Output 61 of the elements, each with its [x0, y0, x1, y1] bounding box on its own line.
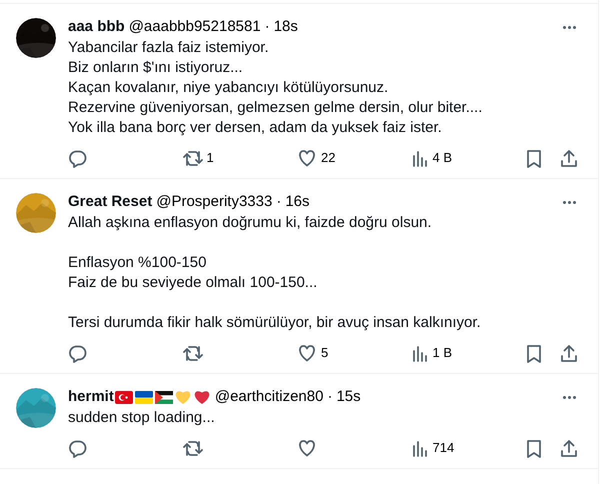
reply-icon: [68, 148, 87, 168]
post-text: Yabancilar fazla faiz istemiyor.: [68, 38, 270, 58]
flag-icon: [114, 390, 133, 404]
like-button[interactable]: 5: [297, 343, 328, 363]
views-button[interactable]: 714: [412, 438, 454, 458]
separator-dot: ·: [326, 387, 334, 407]
display-name[interactable]: hermit: [68, 387, 114, 407]
reply-button[interactable]: [68, 438, 87, 458]
share-icon: [560, 438, 578, 458]
share-button[interactable]: [560, 344, 578, 362]
post-text: Biz onların $'ını istiyoruz...: [68, 58, 244, 78]
display-name[interactable]: Great Reset: [68, 192, 152, 212]
like-button[interactable]: [297, 439, 317, 457]
share-icon: [560, 148, 578, 168]
bookmark-button[interactable]: [526, 344, 542, 362]
share-icon: [560, 344, 578, 362]
post-time[interactable]: 15s: [336, 387, 361, 407]
post-text: Rezervine güveniyorsan, gelmezsen gelme dersin, olur biter....: [68, 98, 484, 118]
user-handle[interactable]: @Prosperity3333: [156, 192, 272, 212]
views-button[interactable]: 1 B: [412, 343, 452, 363]
retweet-button[interactable]: 1: [182, 148, 214, 168]
post-text: Faiz de bu seviyede olmalı 100-150...: [68, 273, 318, 293]
heart-icon: [297, 439, 317, 457]
post-text: Tersi durumda fikir halk sömürülüyor, bir avuç insan kalkınıyor.: [68, 313, 482, 333]
separator-dot: ·: [264, 17, 271, 37]
separator-dot: ·: [275, 192, 282, 212]
reply-button[interactable]: [68, 148, 87, 168]
user-handle[interactable]: @earthcitizen80: [214, 387, 324, 407]
bookmark-icon: [526, 148, 542, 168]
bookmark-button[interactable]: [526, 148, 542, 168]
post-text: sudden stop loading...: [68, 408, 216, 428]
flag-icon: [134, 390, 153, 404]
bar-chart-icon: [412, 150, 428, 166]
heart-icon: [297, 344, 317, 362]
post-text: Yok illa bana borç ver dersen, adam da yuksek faiz ister.: [68, 118, 443, 138]
bar-chart-icon: [412, 344, 428, 362]
post-text: Enflasyon %100-150: [68, 253, 208, 273]
retweet-icon: [182, 438, 202, 458]
post-time[interactable]: 16s: [285, 192, 310, 212]
heart-icon: [297, 149, 317, 167]
bookmark-icon: [526, 438, 542, 458]
like-button[interactable]: 22: [297, 148, 336, 168]
share-button[interactable]: [560, 148, 578, 168]
reply-icon: [68, 344, 87, 362]
post-text: Allah aşkına enflasyon doğrumu ki, faizde doğru olsun.: [68, 213, 433, 233]
bar-chart-icon: [412, 440, 428, 456]
reply-button[interactable]: [68, 344, 87, 362]
retweet-icon: [182, 344, 202, 362]
user-handle[interactable]: @aaabbb95218581: [128, 17, 261, 37]
post-time[interactable]: 18s: [274, 17, 298, 37]
display-name[interactable]: aaa bbb: [68, 17, 125, 37]
reply-icon: [68, 438, 87, 458]
post-text: Kaçan kovalanır, niye yabancıyı kötülüyorsunuz.: [68, 78, 390, 98]
retweet-icon: [182, 148, 202, 168]
views-button[interactable]: 4 B: [412, 148, 452, 168]
retweet-button[interactable]: [182, 344, 202, 362]
retweet-button[interactable]: [182, 438, 202, 458]
flag-icon: [154, 390, 173, 404]
bookmark-icon: [526, 344, 542, 362]
bookmark-button[interactable]: [526, 438, 542, 458]
share-button[interactable]: [560, 438, 578, 458]
